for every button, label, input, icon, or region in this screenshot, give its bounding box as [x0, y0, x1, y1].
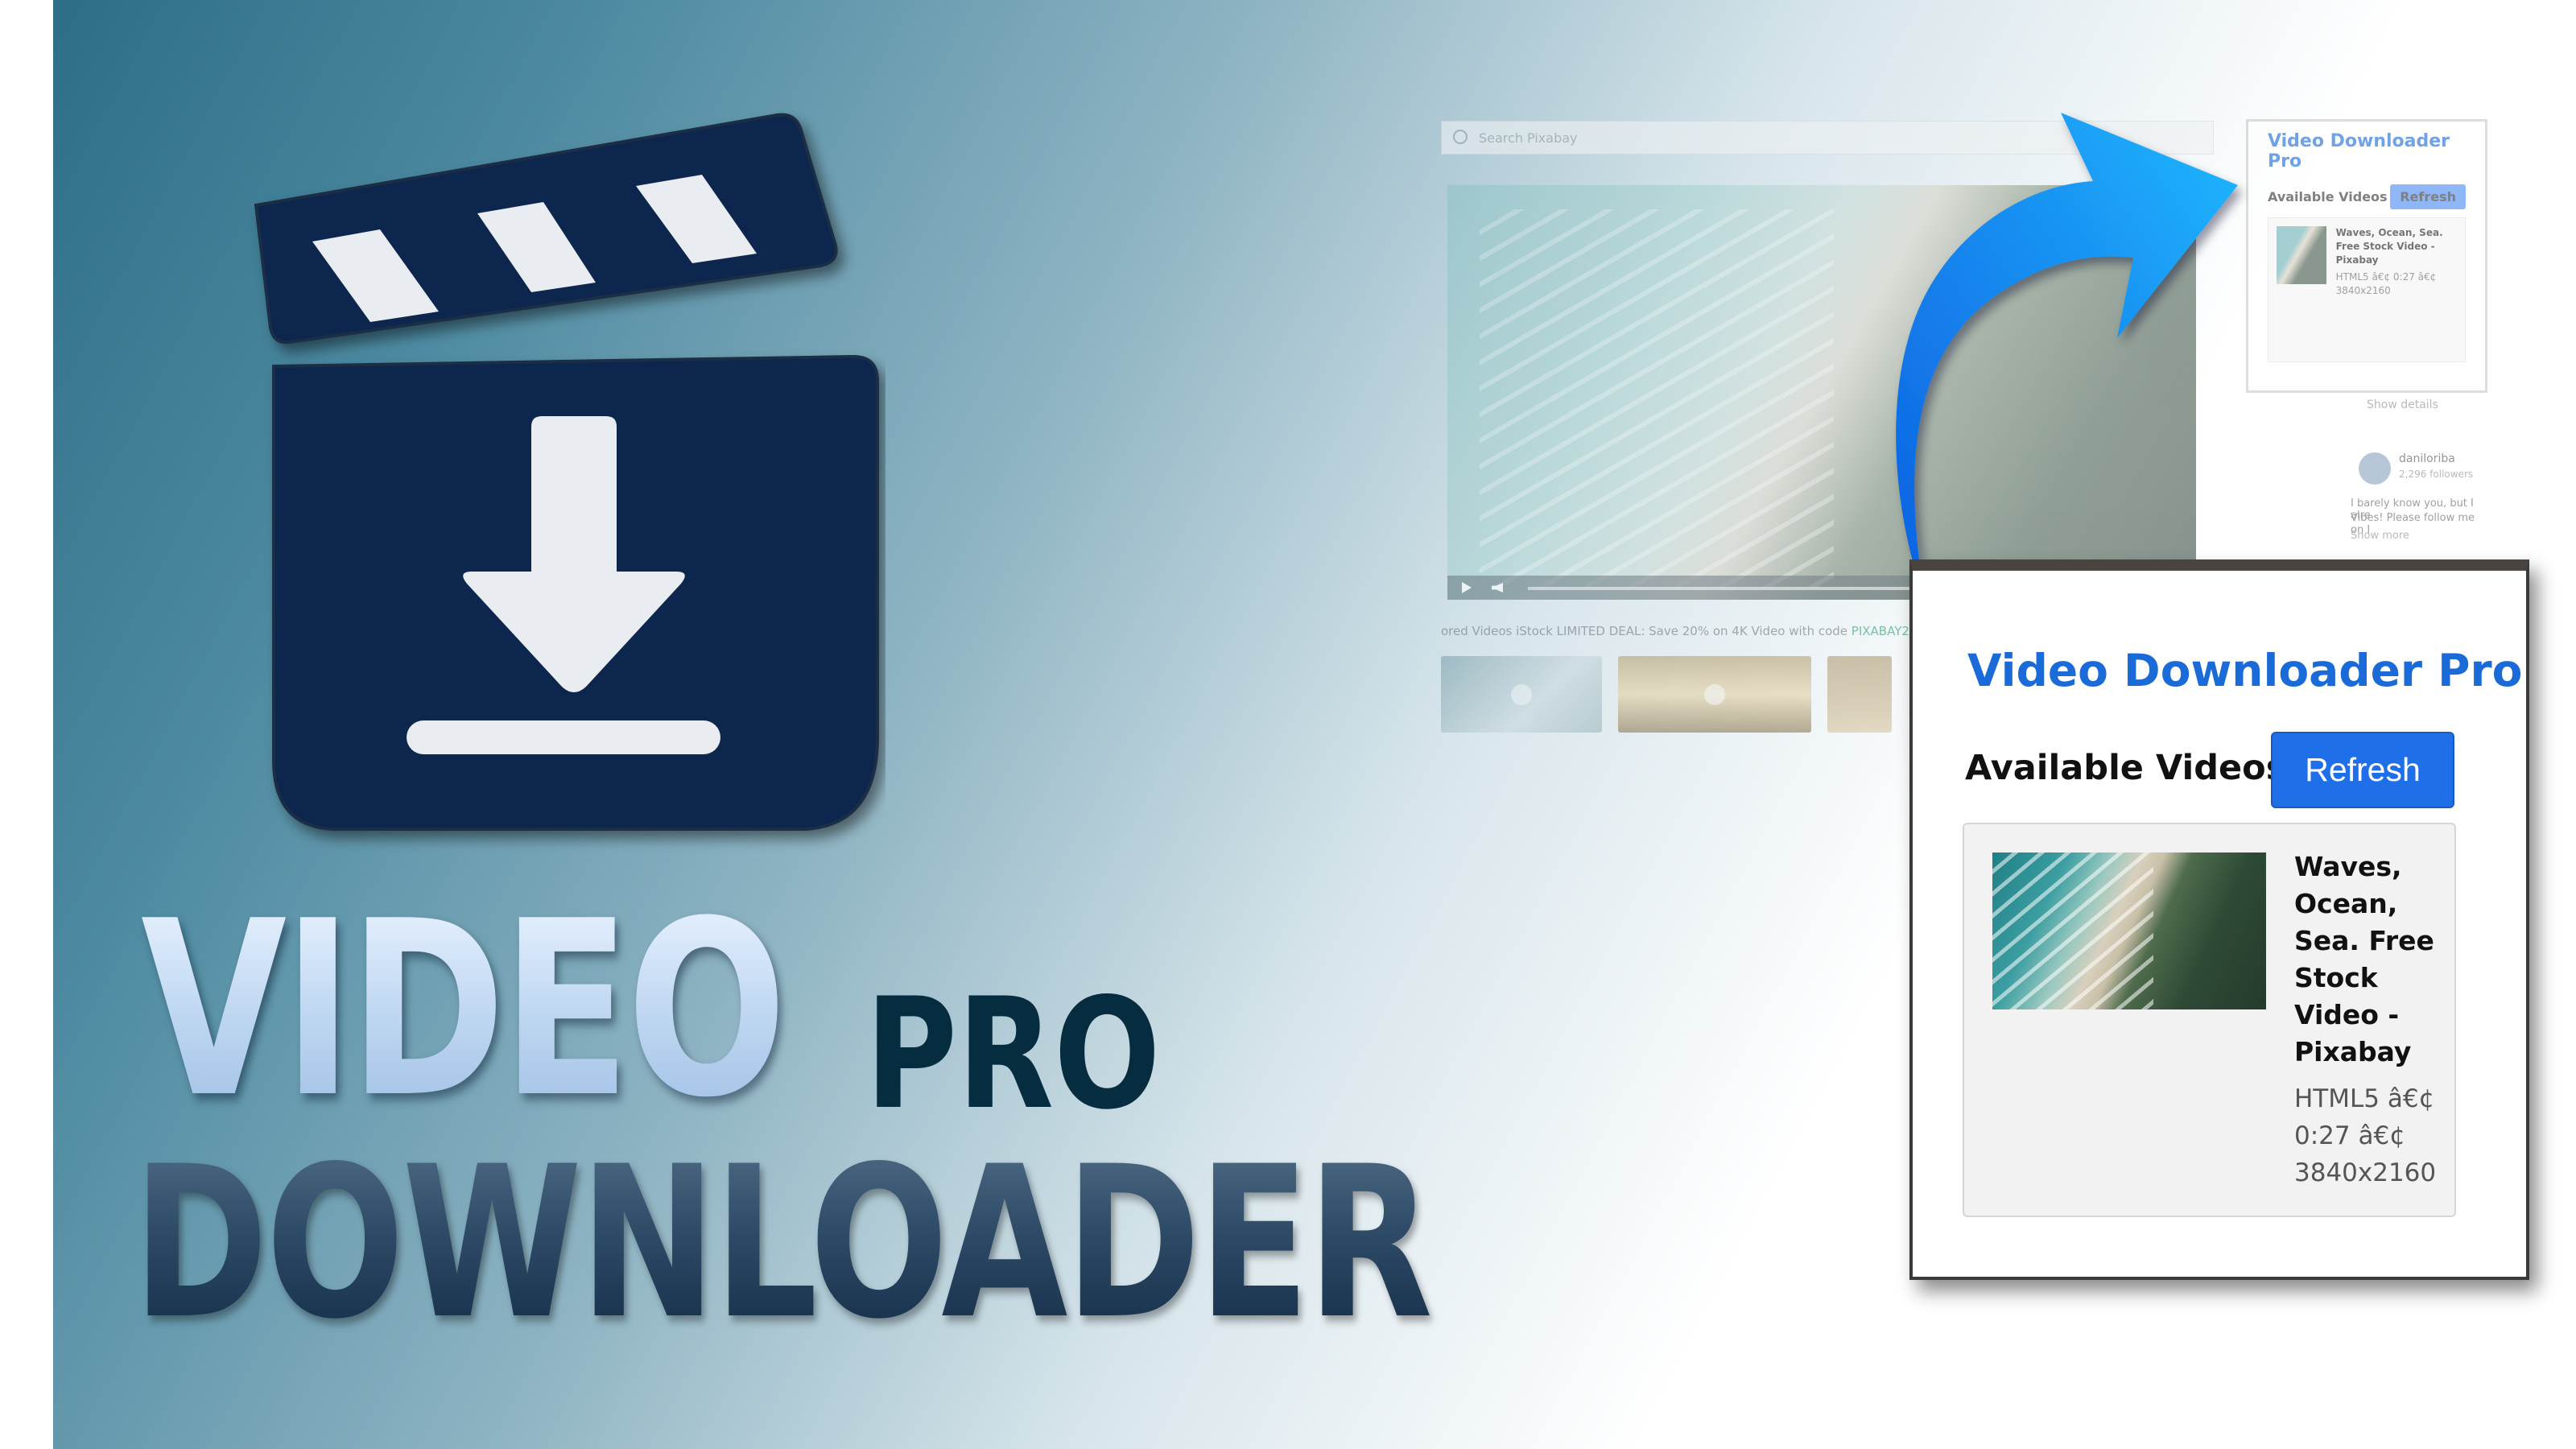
bg-deal-text: ored Videos iStock LIMITED DEAL: Save 20…: [1441, 624, 1918, 638]
bg-mini-video-meta: HTML5 â€¢ 0:27 â€¢ 3840x2160: [2335, 271, 2437, 296]
refresh-button[interactable]: Refresh: [2271, 732, 2454, 808]
video-thumbnail[interactable]: [1992, 852, 2266, 1009]
bg-mini-refresh-button[interactable]: Refresh: [2390, 184, 2466, 209]
search-icon: [1453, 130, 1468, 144]
video-camera-icon: [1704, 683, 1725, 705]
hero-title-pro: PRO: [865, 965, 1161, 1143]
clapperboard-download-icon: [254, 113, 879, 831]
hero-title-video: VIDEO: [141, 869, 786, 1150]
play-icon[interactable]: [1462, 582, 1472, 593]
avatar[interactable]: [2359, 452, 2391, 485]
curved-arrow-icon: [1896, 113, 2238, 604]
bg-mini-popup-section: Available Videos: [2268, 189, 2388, 204]
bg-related-thumb[interactable]: [1827, 656, 1892, 733]
available-videos-label: Available Videos: [1965, 748, 2287, 788]
bg-search-placeholder: Search Pixabay: [1479, 130, 1578, 146]
bg-show-details-link[interactable]: Show details: [2367, 398, 2438, 411]
bg-mini-popup: Video Downloader Pro Available Videos Re…: [2246, 119, 2487, 393]
video-title: Waves, Ocean, Sea. Free Stock Video - Pi…: [2294, 851, 2434, 1067]
bg-mini-video-title: Waves, Ocean, Sea. Free Stock Video - Pi…: [2335, 227, 2443, 266]
volume-icon[interactable]: [1492, 583, 1503, 592]
left-white-strip: [0, 0, 53, 1449]
bg-followers: 2,296 followers: [2399, 469, 2474, 480]
bg-related-thumb[interactable]: [1618, 656, 1811, 733]
hero-title-downloader: DOWNLOADER: [133, 1122, 1433, 1365]
video-meta: HTML5 â€¢ 0:27 â€¢ 3840x2160: [2294, 1084, 2437, 1187]
extension-popup: Video Downloader Pro Available Videos Re…: [1909, 559, 2529, 1280]
bg-mini-popup-title: Video Downloader Pro: [2268, 131, 2450, 171]
bg-related-thumb[interactable]: [1441, 656, 1602, 733]
bg-username[interactable]: daniloriba: [2399, 452, 2455, 465]
bg-mini-video-thumbnail: [2277, 226, 2326, 284]
bg-mini-video-card[interactable]: Waves, Ocean, Sea. Free Stock Video - Pi…: [2268, 217, 2466, 362]
bg-show-more-link[interactable]: Show more: [2351, 530, 2409, 542]
video-card[interactable]: Waves, Ocean, Sea. Free Stock Video - Pi…: [1963, 823, 2456, 1217]
video-camera-icon: [1511, 683, 1532, 705]
popup-title: Video Downloader Pro: [1967, 645, 2523, 696]
